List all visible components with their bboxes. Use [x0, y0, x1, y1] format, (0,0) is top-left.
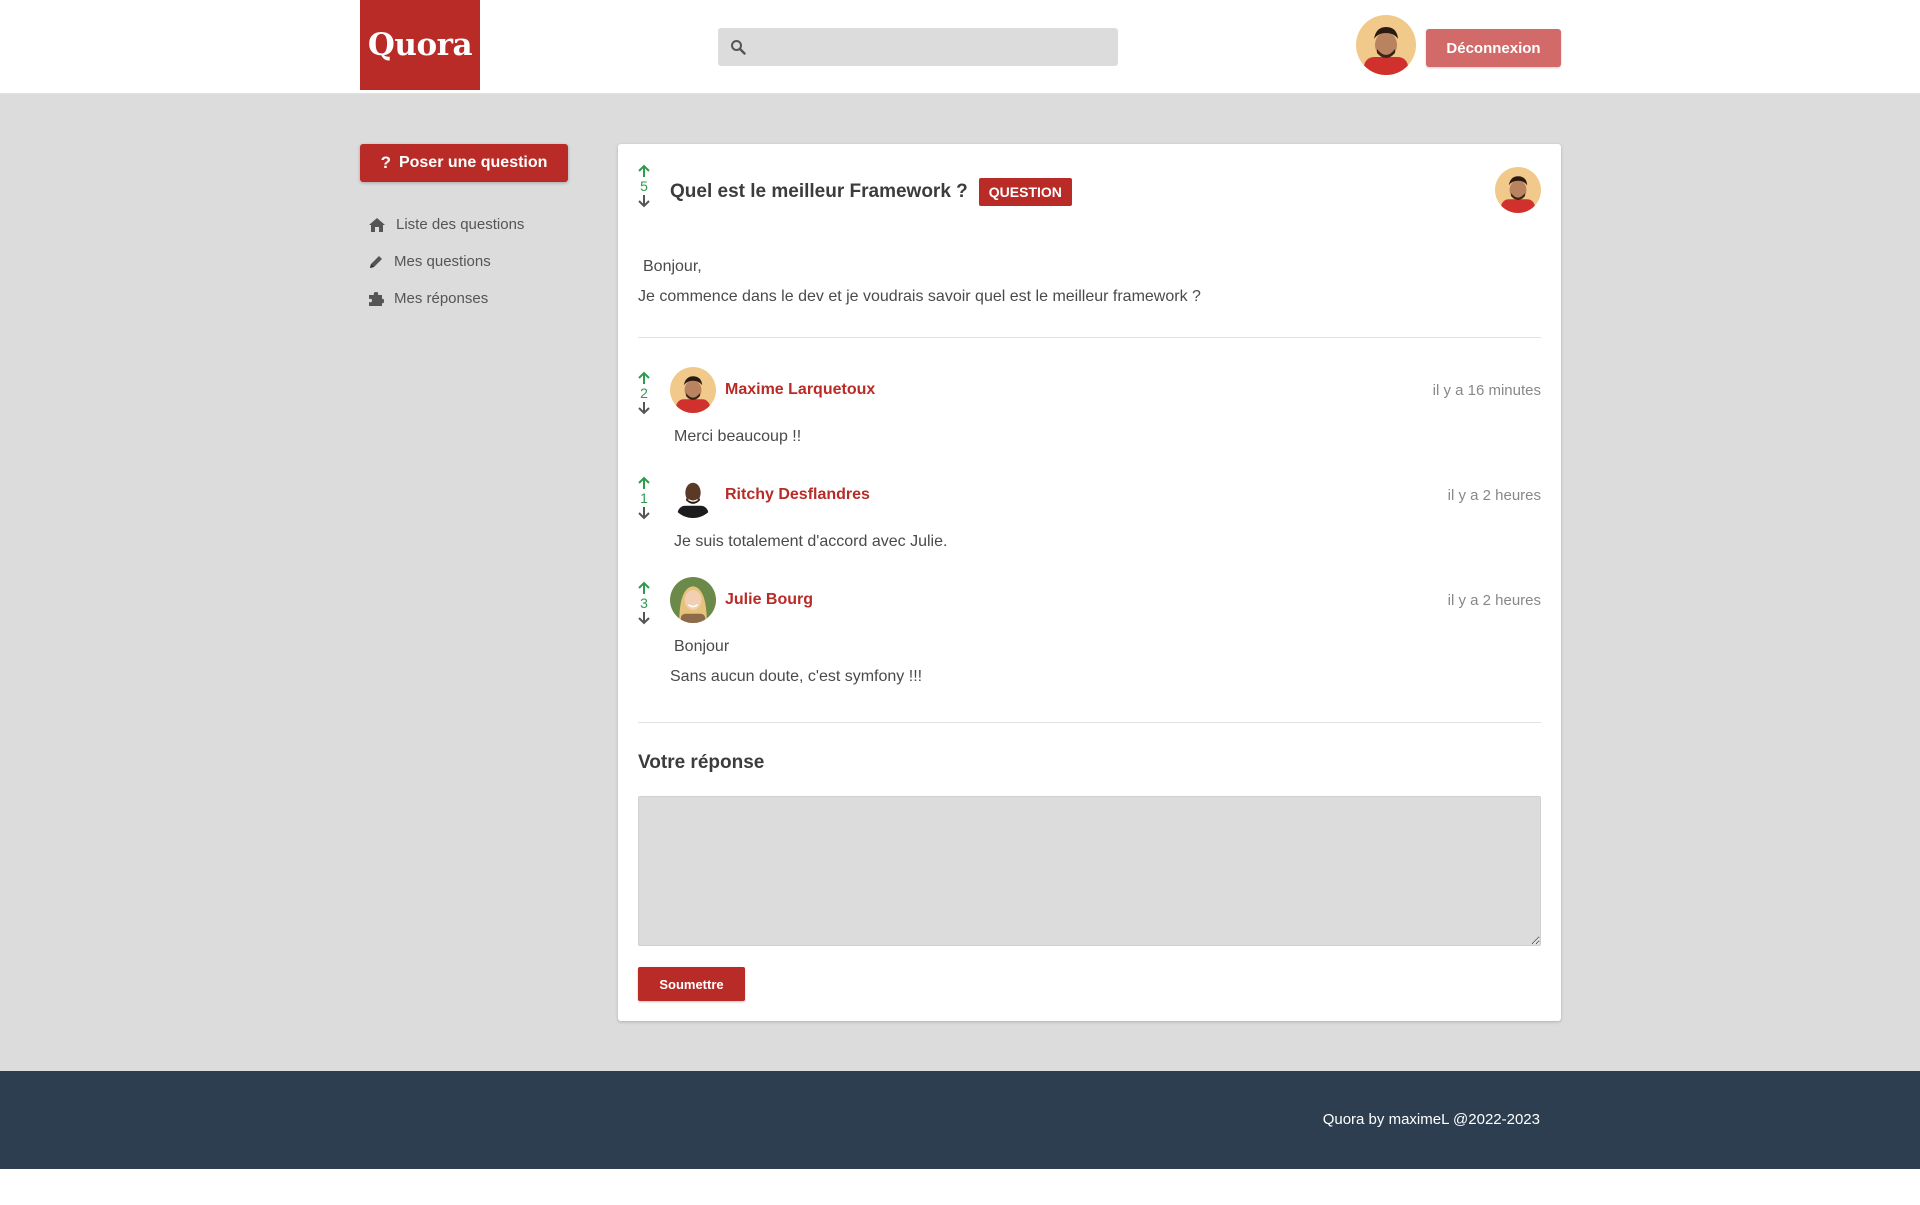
quora-logo[interactable]: Quora [360, 0, 480, 90]
vote-count: 2 [640, 385, 648, 401]
question-card: 5 Quel est le meilleur Framework ? QUEST… [618, 144, 1561, 1021]
answer-timestamp: il y a 2 heures [1447, 592, 1541, 609]
search-icon [731, 40, 746, 55]
sidebar-item-label: Mes questions [394, 253, 491, 270]
answer-timestamp: il y a 16 minutes [1432, 382, 1541, 399]
logout-button[interactable]: Déconnexion [1426, 29, 1561, 67]
upvote-arrow-icon[interactable] [637, 581, 651, 595]
pencil-icon [370, 255, 382, 268]
search-input[interactable] [718, 28, 1118, 66]
question-badge: QUESTION [978, 178, 1072, 206]
divider [638, 337, 1541, 338]
reply-title: Votre réponse [638, 752, 765, 773]
answer-vote: 2 [634, 371, 654, 415]
upvote-arrow-icon[interactable] [637, 371, 651, 385]
downvote-arrow-icon[interactable] [637, 506, 651, 520]
submit-button[interactable]: Soumettre [638, 967, 745, 1001]
question-body-line: Bonjour, [643, 258, 702, 275]
reply-textarea[interactable] [638, 796, 1541, 946]
top-header: Quora Déconnexion [0, 0, 1920, 94]
question-body-line: Je commence dans le dev et je voudrais s… [638, 288, 1201, 305]
ask-question-label: Poser une question [398, 154, 548, 171]
vote-count: 5 [640, 178, 648, 194]
question-header: Quel est le meilleur Framework ? QUESTIO… [670, 178, 1072, 206]
upvote-arrow-icon[interactable] [637, 164, 651, 178]
answer-vote: 1 [634, 476, 654, 520]
vote-count: 1 [640, 490, 648, 506]
answer-author-name[interactable]: Ritchy Desflandres [725, 486, 870, 504]
sidebar-item-my-questions[interactable]: Mes questions [368, 243, 524, 280]
upvote-arrow-icon[interactable] [637, 476, 651, 490]
puzzle-icon [369, 291, 384, 306]
downvote-arrow-icon[interactable] [637, 401, 651, 415]
sidebar-item-label: Liste des questions [396, 216, 525, 233]
question-body: Bonjour, Je commence dans le dev et je v… [638, 252, 1201, 312]
answer-body: Je suis totalement d'accord avec Julie. [670, 527, 947, 557]
vote-count: 3 [640, 595, 648, 611]
sidebar-item-questions-list[interactable]: Liste des questions [368, 206, 524, 243]
logo-text: Quora [367, 27, 473, 63]
sidebar-item-label: Mes réponses [394, 290, 489, 307]
answer-author-avatar[interactable] [670, 577, 716, 623]
answer-author-name[interactable]: Julie Bourg [725, 591, 813, 609]
answer-body-line: Bonjour [674, 638, 730, 655]
user-avatar[interactable] [1356, 15, 1416, 75]
answer-body: Merci beaucoup !! [670, 422, 801, 452]
question-vote: 5 [634, 164, 654, 208]
downvote-arrow-icon[interactable] [637, 611, 651, 625]
answer-body-line: Merci beaucoup !! [674, 428, 802, 445]
answer-vote: 3 [634, 581, 654, 625]
author-avatar[interactable] [1495, 167, 1541, 213]
downvote-arrow-icon[interactable] [637, 194, 651, 208]
sidebar-item-my-answers[interactable]: Mes réponses [368, 280, 524, 317]
answer-body-line: Je suis totalement d'accord avec Julie. [674, 533, 948, 550]
ask-question-button[interactable]: ? Poser une question [360, 144, 568, 182]
question-title: Quel est le meilleur Framework ? [670, 181, 968, 202]
answer-author-avatar[interactable] [670, 472, 716, 518]
footer-text: Quora by maximeL @2022-2023 [1322, 1111, 1540, 1128]
answer-body-line: Sans aucun doute, c'est symfony !!! [670, 668, 923, 685]
footer: Quora by maximeL @2022-2023 [0, 1071, 1920, 1169]
question-mark-icon: ? [380, 153, 391, 172]
home-icon [369, 217, 385, 232]
divider [638, 722, 1541, 723]
answer-author-name[interactable]: Maxime Larquetoux [725, 381, 875, 399]
answer-author-avatar[interactable] [670, 367, 716, 413]
answer-body: Bonjour Sans aucun doute, c'est symfony … [670, 632, 922, 692]
answer-timestamp: il y a 2 heures [1447, 487, 1541, 504]
sidebar-nav: Liste des questions Mes questions Mes ré… [368, 206, 524, 317]
